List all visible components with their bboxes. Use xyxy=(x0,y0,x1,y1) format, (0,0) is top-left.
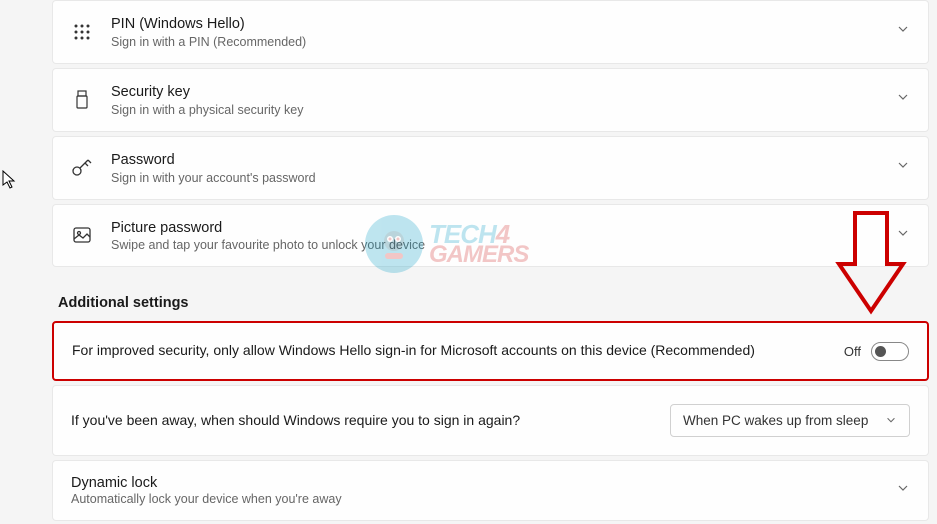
dropdown-value: When PC wakes up from sleep xyxy=(683,413,868,428)
chevron-down-icon xyxy=(896,226,910,245)
signin-option-security-key[interactable]: Security key Sign in with a physical sec… xyxy=(52,68,929,132)
toggle-knob xyxy=(875,346,886,357)
signin-option-pin[interactable]: PIN (Windows Hello) Sign in with a PIN (… xyxy=(52,0,929,64)
option-desc: Sign in with a physical security key xyxy=(111,103,878,117)
option-title: Picture password xyxy=(111,219,878,238)
setting-dynamic-lock[interactable]: Dynamic lock Automatically lock your dev… xyxy=(52,460,929,521)
toggle-container: Off xyxy=(844,342,909,361)
section-header-additional-settings: Additional settings xyxy=(58,295,929,311)
chevron-down-icon xyxy=(896,22,910,41)
security-key-icon xyxy=(71,89,93,111)
chevron-down-icon xyxy=(896,90,910,109)
signin-option-picture-password[interactable]: Picture password Swipe and tap your favo… xyxy=(52,204,929,268)
chevron-down-icon xyxy=(885,414,897,426)
picture-password-icon xyxy=(71,224,93,246)
signin-option-password[interactable]: Password Sign in with your account's pas… xyxy=(52,136,929,200)
setting-desc: Automatically lock your device when you'… xyxy=(71,492,882,506)
chevron-down-icon xyxy=(896,481,910,500)
password-key-icon xyxy=(71,157,93,179)
windows-hello-only-toggle[interactable] xyxy=(871,342,909,361)
option-desc: Sign in with your account's password xyxy=(111,171,878,185)
option-text: Security key Sign in with a physical sec… xyxy=(111,83,878,117)
setting-text: If you've been away, when should Windows… xyxy=(71,411,656,431)
option-title: Password xyxy=(111,151,878,170)
require-signin-dropdown[interactable]: When PC wakes up from sleep xyxy=(670,404,910,437)
setting-text: For improved security, only allow Window… xyxy=(72,341,830,361)
chevron-down-icon xyxy=(896,158,910,177)
option-title: PIN (Windows Hello) xyxy=(111,15,878,34)
option-text: Password Sign in with your account's pas… xyxy=(111,151,878,185)
setting-title: Dynamic lock xyxy=(71,475,882,491)
option-desc: Swipe and tap your favourite photo to un… xyxy=(111,238,878,252)
pin-grid-icon xyxy=(71,21,93,43)
option-title: Security key xyxy=(111,83,878,102)
option-text: PIN (Windows Hello) Sign in with a PIN (… xyxy=(111,15,878,49)
option-desc: Sign in with a PIN (Recommended) xyxy=(111,35,878,49)
option-text: Picture password Swipe and tap your favo… xyxy=(111,219,878,253)
toggle-label: Off xyxy=(844,344,861,359)
setting-windows-hello-only: For improved security, only allow Window… xyxy=(52,321,929,381)
setting-require-signin: If you've been away, when should Windows… xyxy=(52,385,929,456)
